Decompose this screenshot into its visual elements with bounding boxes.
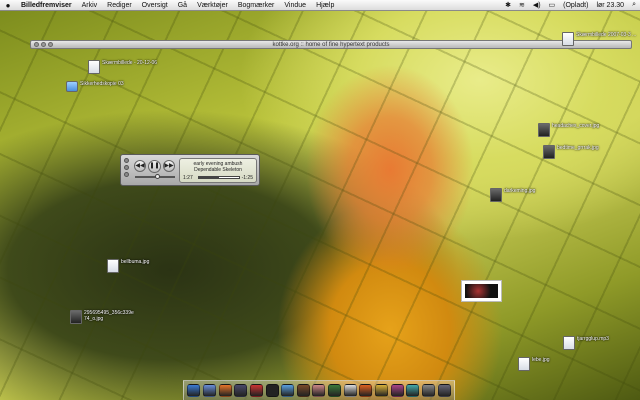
document-icon <box>88 60 100 74</box>
desktop-icon-file[interactable]: Skærmbillede - 20-12-06 <box>88 60 157 74</box>
menu-hjaelp[interactable]: Hjælp <box>311 2 339 9</box>
menu-oversigt[interactable]: Oversigt <box>137 2 173 9</box>
next-track-button[interactable]: ▶▶ <box>163 160 175 172</box>
track-progress-bar[interactable] <box>198 176 240 179</box>
dock-app-icon[interactable] <box>281 384 295 397</box>
dock-app-icon[interactable] <box>234 384 248 397</box>
image-file-icon <box>543 145 555 159</box>
image-file-icon <box>490 188 502 202</box>
image-file-icon <box>538 123 550 137</box>
desktop-icon-file[interactable]: bedtime_grrrak.jpg <box>543 145 599 159</box>
menu-rediger[interactable]: Rediger <box>102 2 137 9</box>
remaining-time: -1:25 <box>241 175 253 181</box>
desktop-icon-file[interactable]: 295695495_356c339e 74_o.jpg <box>70 310 140 324</box>
desktop-icon-label: headaches_cover.jpg <box>552 123 600 129</box>
dock-app-icon[interactable] <box>312 384 326 397</box>
screenshot-thumbnail[interactable] <box>461 280 502 302</box>
desktop-icon-label: bedtime_grrrak.jpg <box>557 145 599 151</box>
desktop-icon-label: tjarrgglup.mp3 <box>577 336 609 342</box>
audio-file-icon <box>563 336 575 350</box>
player-close-button[interactable] <box>124 158 129 163</box>
elapsed-time: 1:27 <box>183 175 193 181</box>
desktop-icon-folder[interactable]: Sikkerhedskopie 03 <box>66 81 124 92</box>
dock-app-icon[interactable] <box>249 384 263 397</box>
document-icon <box>562 32 574 46</box>
bluetooth-icon[interactable]: ✱ <box>501 1 515 9</box>
browser-window-titlebar[interactable]: kottke.org :: home of fine hypertext pro… <box>30 40 632 49</box>
player-window-controls <box>124 158 129 177</box>
desktop-icon-label: Skærmbillede 2007-03-3 ... <box>576 32 637 38</box>
menu-ga[interactable]: Gå <box>173 2 192 9</box>
dock-app-icon[interactable] <box>343 384 357 397</box>
desktop-icon-file[interactable]: lebe.jpg <box>518 357 550 371</box>
volume-slider[interactable] <box>135 174 175 179</box>
desktop-icon-label: Sikkerhedskopie 03 <box>80 81 124 87</box>
volume-knob[interactable] <box>155 174 160 179</box>
previous-track-button[interactable]: ◀◀ <box>134 160 146 172</box>
desktop-icon-label: darkeming.jpg <box>504 188 536 194</box>
dock-app-icon[interactable] <box>187 384 201 397</box>
spotlight-icon[interactable]: ⌕ <box>628 1 640 9</box>
itunes-mini-player: ◀◀ ❚❚ ▶▶ early evening ambush Dependable… <box>120 154 260 186</box>
volume-icon[interactable]: ◀) <box>529 1 545 9</box>
dock-app-icon[interactable] <box>218 384 232 397</box>
desktop-icon-label: 295695495_356c339e 74_o.jpg <box>84 310 134 322</box>
wifi-icon[interactable]: ≋ <box>515 1 529 9</box>
player-minimize-button[interactable] <box>124 165 129 170</box>
desktop-icon-label: lebe.jpg <box>532 357 550 363</box>
dock-app-icon[interactable] <box>390 384 404 397</box>
dock-app-icon[interactable] <box>421 384 435 397</box>
dock-app-icon[interactable] <box>296 384 310 397</box>
track-artist: Dependable Skeleton <box>194 167 242 173</box>
app-menu[interactable]: Billedfremviser <box>16 2 77 9</box>
close-button[interactable] <box>34 42 39 47</box>
now-playing-display: early evening ambush Dependable Skeleton… <box>179 158 257 183</box>
zoom-button[interactable] <box>48 42 53 47</box>
dock-app-icon[interactable] <box>359 384 373 397</box>
menu-vaerktojer[interactable]: Værktøjer <box>192 2 233 9</box>
menu-bar: ● Billedfremviser Arkiv Rediger Oversigt… <box>0 0 640 11</box>
desktop-icon-file[interactable]: tjarrgglup.mp3 <box>563 336 609 350</box>
dock <box>183 380 455 400</box>
menu-vindue[interactable]: Vindue <box>279 2 311 9</box>
desktop-icon-label: Skærmbillede - 20-12-06 <box>102 60 158 66</box>
track-progress-fill <box>199 177 219 178</box>
menu-extras: ✱ ≋ ◀) ▭ (Opladt) lør 23.30 ⌕ <box>501 1 640 9</box>
dock-app-icon[interactable] <box>437 384 451 397</box>
dock-app-icon[interactable] <box>202 384 216 397</box>
menu-clock[interactable]: lør 23.30 <box>592 2 628 9</box>
desktop-icon-file[interactable]: headaches_cover.jpg <box>538 123 599 137</box>
menu-bogmaerker[interactable]: Bogmærker <box>233 2 280 9</box>
image-file-icon <box>518 357 530 371</box>
dock-app-icon[interactable] <box>375 384 388 397</box>
desktop-icon-label: bellbuma.jpg <box>121 259 150 265</box>
dock-app-icon[interactable] <box>328 384 342 397</box>
play-pause-button[interactable]: ❚❚ <box>148 160 161 173</box>
menu-arkiv[interactable]: Arkiv <box>77 2 103 9</box>
image-file-icon <box>107 259 119 273</box>
player-zoom-button[interactable] <box>124 172 129 177</box>
image-file-icon <box>70 310 82 324</box>
window-controls <box>34 42 53 47</box>
battery-icon[interactable]: ▭ <box>545 1 560 9</box>
window-title: kottke.org :: home of fine hypertext pro… <box>272 41 390 48</box>
desktop-icon-file[interactable]: darkeming.jpg <box>490 188 535 202</box>
desktop-icon-file[interactable]: bellbuma.jpg <box>107 259 149 273</box>
folder-icon <box>66 81 78 92</box>
minimize-button[interactable] <box>41 42 46 47</box>
thumbnail-image <box>465 284 498 298</box>
dock-app-icon[interactable] <box>265 384 279 397</box>
dock-app-icon[interactable] <box>406 384 420 397</box>
apple-menu-icon[interactable]: ● <box>0 1 16 10</box>
desktop-icon-file[interactable]: Skærmbillede 2007-03-3 ... <box>562 32 636 46</box>
battery-label[interactable]: (Opladt) <box>559 2 592 9</box>
